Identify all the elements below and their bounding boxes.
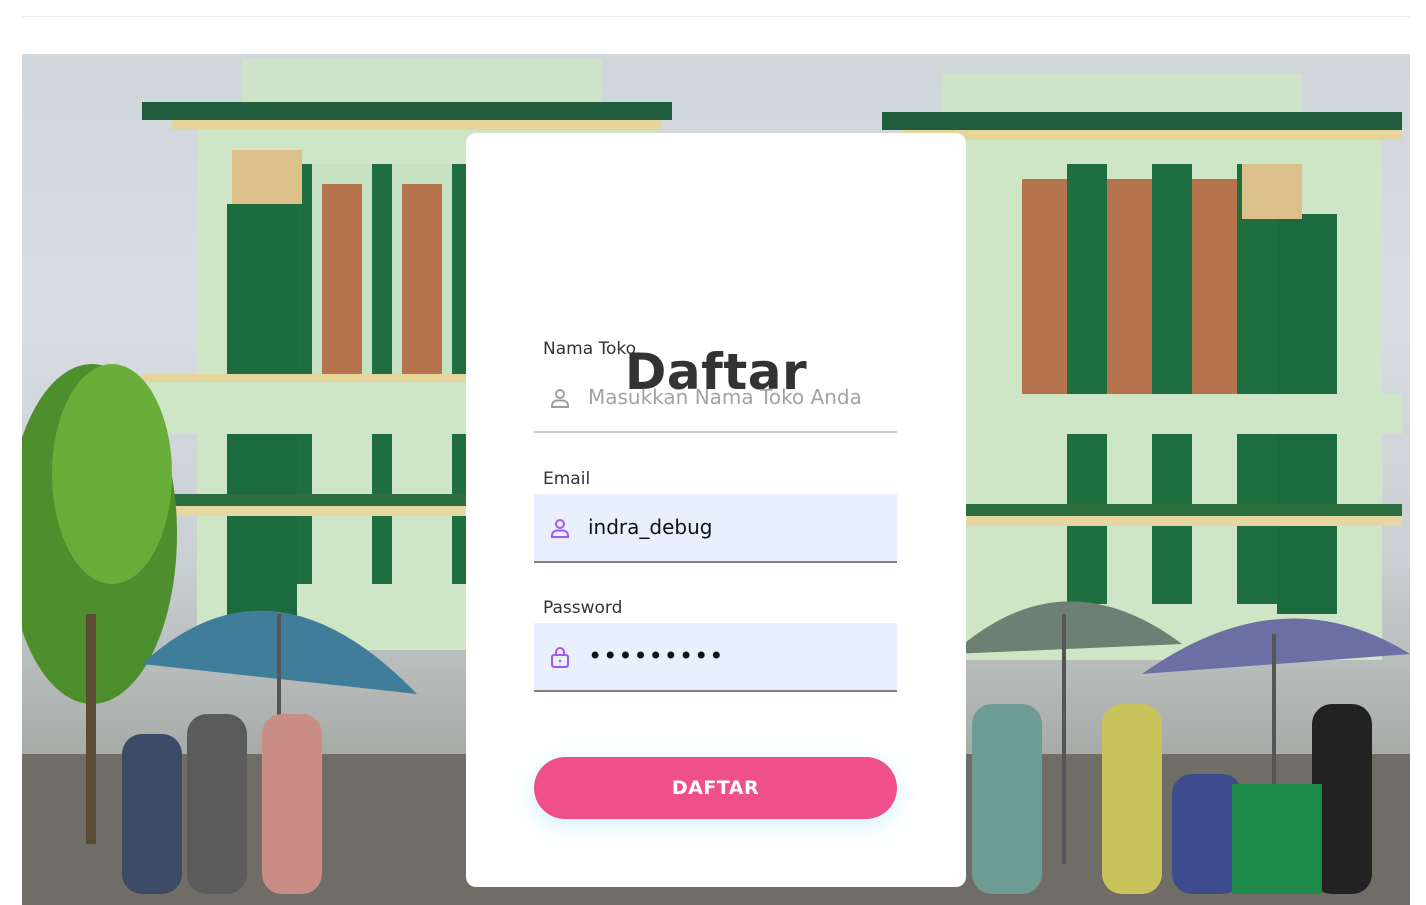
email-field[interactable]: indra_debug bbox=[534, 494, 897, 563]
store-name-label: Nama Toko bbox=[543, 339, 637, 359]
password-input[interactable]: ••••••••• bbox=[588, 623, 889, 690]
user-icon bbox=[548, 386, 572, 410]
register-card: Daftar Nama Toko Masukkan Nama Toko Anda… bbox=[466, 133, 966, 887]
user-icon bbox=[548, 516, 572, 540]
store-name-input[interactable]: Masukkan Nama Toko Anda bbox=[588, 364, 889, 431]
email-label: Email bbox=[543, 469, 591, 489]
register-button[interactable]: DAFTAR bbox=[534, 757, 897, 819]
top-divider bbox=[22, 16, 1410, 17]
lock-icon bbox=[548, 645, 572, 669]
email-input[interactable]: indra_debug bbox=[588, 494, 889, 561]
password-label: Password bbox=[543, 598, 623, 618]
password-field[interactable]: ••••••••• bbox=[534, 623, 897, 692]
store-name-field[interactable]: Masukkan Nama Toko Anda bbox=[534, 364, 897, 433]
